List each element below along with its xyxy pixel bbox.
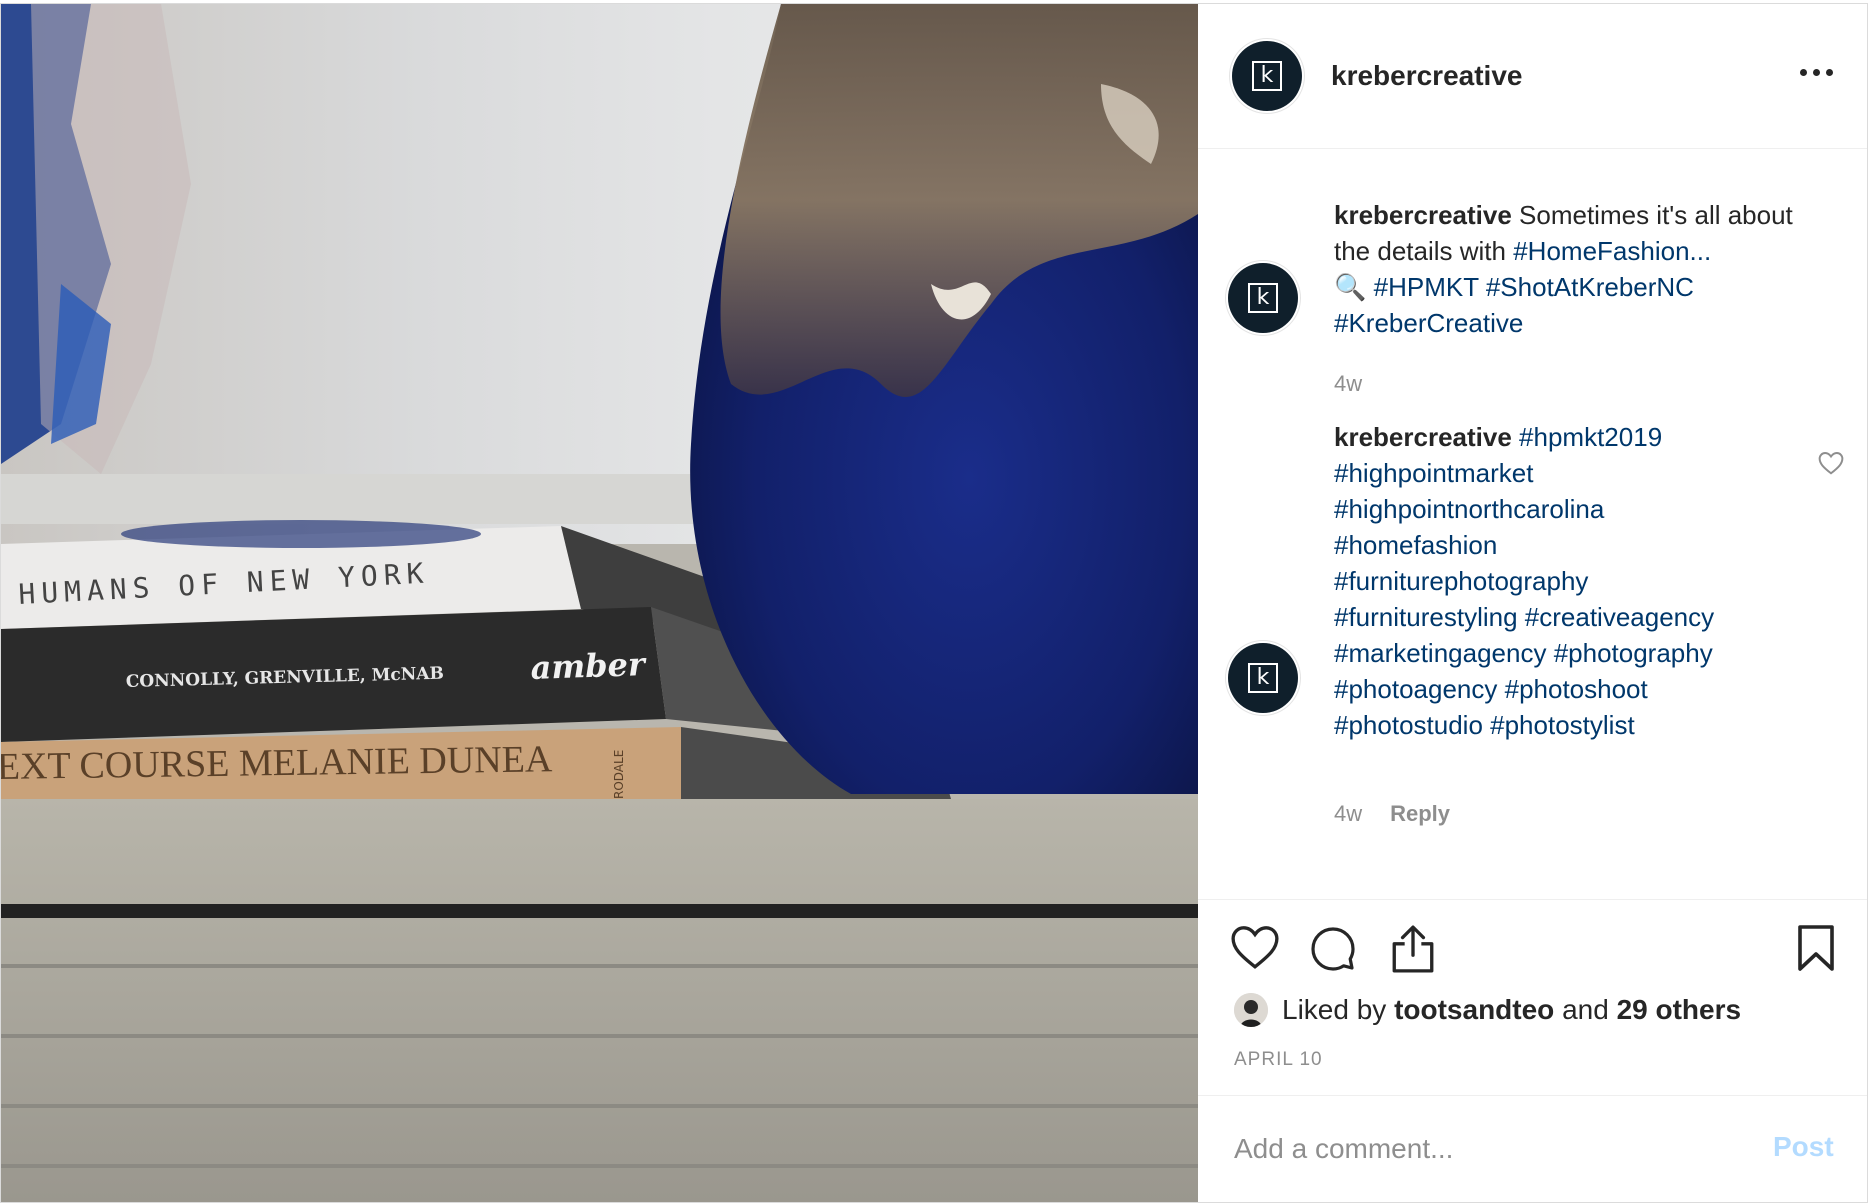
avatar-letter: k	[1248, 663, 1278, 693]
save-bookmark-icon[interactable]	[1796, 924, 1836, 972]
hashtag[interactable]: #photostudio	[1334, 710, 1483, 740]
like-comment-heart-icon[interactable]	[1818, 451, 1844, 475]
hashtag[interactable]: #photography	[1554, 638, 1713, 668]
author-username[interactable]: krebercreative	[1331, 60, 1522, 92]
reply-button[interactable]: Reply	[1390, 801, 1450, 826]
hashtag[interactable]: #photoagency	[1334, 674, 1497, 704]
likes-others-link[interactable]: 29 others	[1617, 994, 1742, 1026]
post-modal: HUMANS OF NEW YORK CONNOLLY, GRENVILLE, …	[0, 3, 1868, 1203]
comment-author[interactable]: krebercreative	[1334, 422, 1512, 452]
comment-input[interactable]	[1232, 1123, 1756, 1175]
hashtag[interactable]: #photostylist	[1490, 710, 1635, 740]
post-actions: Liked by tootsandteo and 29 others APRIL…	[1198, 899, 1867, 1096]
avatar-letter: k	[1248, 283, 1278, 313]
hashtag[interactable]: #KreberCreative	[1334, 308, 1523, 338]
liker-avatar[interactable]	[1234, 993, 1268, 1027]
hashtag[interactable]: #highpointmarket	[1334, 458, 1533, 488]
hashtag[interactable]: #furniturephotography	[1334, 566, 1588, 596]
book-publisher: RODALE	[612, 750, 626, 799]
comment-text: krebercreative Sometimes it's all about …	[1334, 197, 1834, 341]
hashtag[interactable]: #creativeagency	[1525, 602, 1714, 632]
caption-comment: k krebercreative Sometimes it's all abou…	[1198, 149, 1867, 396]
hashtag[interactable]: #furniturestyling	[1334, 602, 1518, 632]
avatar-letter: k	[1252, 61, 1282, 91]
post-photo[interactable]: HUMANS OF NEW YORK CONNOLLY, GRENVILLE, …	[1, 4, 1198, 1202]
book-title-dunea: EXT COURSE MELANIE DUNEA	[1, 738, 553, 788]
likes-summary: Liked by tootsandteo and 29 others	[1234, 988, 1741, 1032]
avatar[interactable]: k	[1228, 263, 1298, 333]
post-date[interactable]: APRIL 10	[1234, 1049, 1323, 1071]
comment-time: 4w	[1334, 371, 1363, 396]
book-title-amber: amber	[530, 645, 648, 687]
hashtag[interactable]: #photoshoot	[1505, 674, 1648, 704]
avatar[interactable]: k	[1232, 41, 1302, 111]
hashtag[interactable]: #HPMKT	[1374, 272, 1479, 302]
comment-bubble-icon[interactable]	[1309, 924, 1357, 972]
hashtag[interactable]: #highpointnorthcarolina	[1334, 494, 1604, 524]
post-header: k krebercreative	[1198, 4, 1867, 149]
hashtag[interactable]: #marketingagency	[1334, 638, 1546, 668]
like-heart-icon[interactable]	[1230, 924, 1280, 970]
liker-username[interactable]: tootsandteo	[1394, 994, 1554, 1026]
hashtag[interactable]: #HomeFashion...	[1513, 236, 1711, 266]
hashtag[interactable]: #ShotAtKreberNC	[1486, 272, 1694, 302]
comments-list: k krebercreative Sometimes it's all abou…	[1198, 149, 1867, 899]
share-icon[interactable]	[1390, 924, 1436, 974]
comment: k krebercreative #hpmkt2019 #highpointmar…	[1198, 419, 1867, 859]
hashtag[interactable]: #hpmkt2019	[1519, 422, 1662, 452]
more-icon[interactable]	[1800, 62, 1834, 82]
avatar[interactable]: k	[1228, 643, 1298, 713]
likes-middle: and	[1554, 994, 1617, 1025]
comment-author[interactable]: krebercreative	[1334, 200, 1512, 230]
comment-meta: 4w Reply	[1334, 801, 1450, 827]
post-button[interactable]: Post	[1773, 1131, 1834, 1163]
likes-prefix: Liked by	[1282, 994, 1395, 1025]
comment-time: 4w	[1334, 801, 1363, 826]
search-emoji-icon: 🔍	[1334, 272, 1367, 302]
post-side-panel: k krebercreative k krebercreative Someti…	[1198, 4, 1867, 1202]
comment-text: krebercreative #hpmkt2019 #highpointmarke…	[1334, 419, 1834, 743]
add-comment-section: Post	[1198, 1095, 1867, 1202]
hashtag[interactable]: #homefashion	[1334, 530, 1497, 560]
